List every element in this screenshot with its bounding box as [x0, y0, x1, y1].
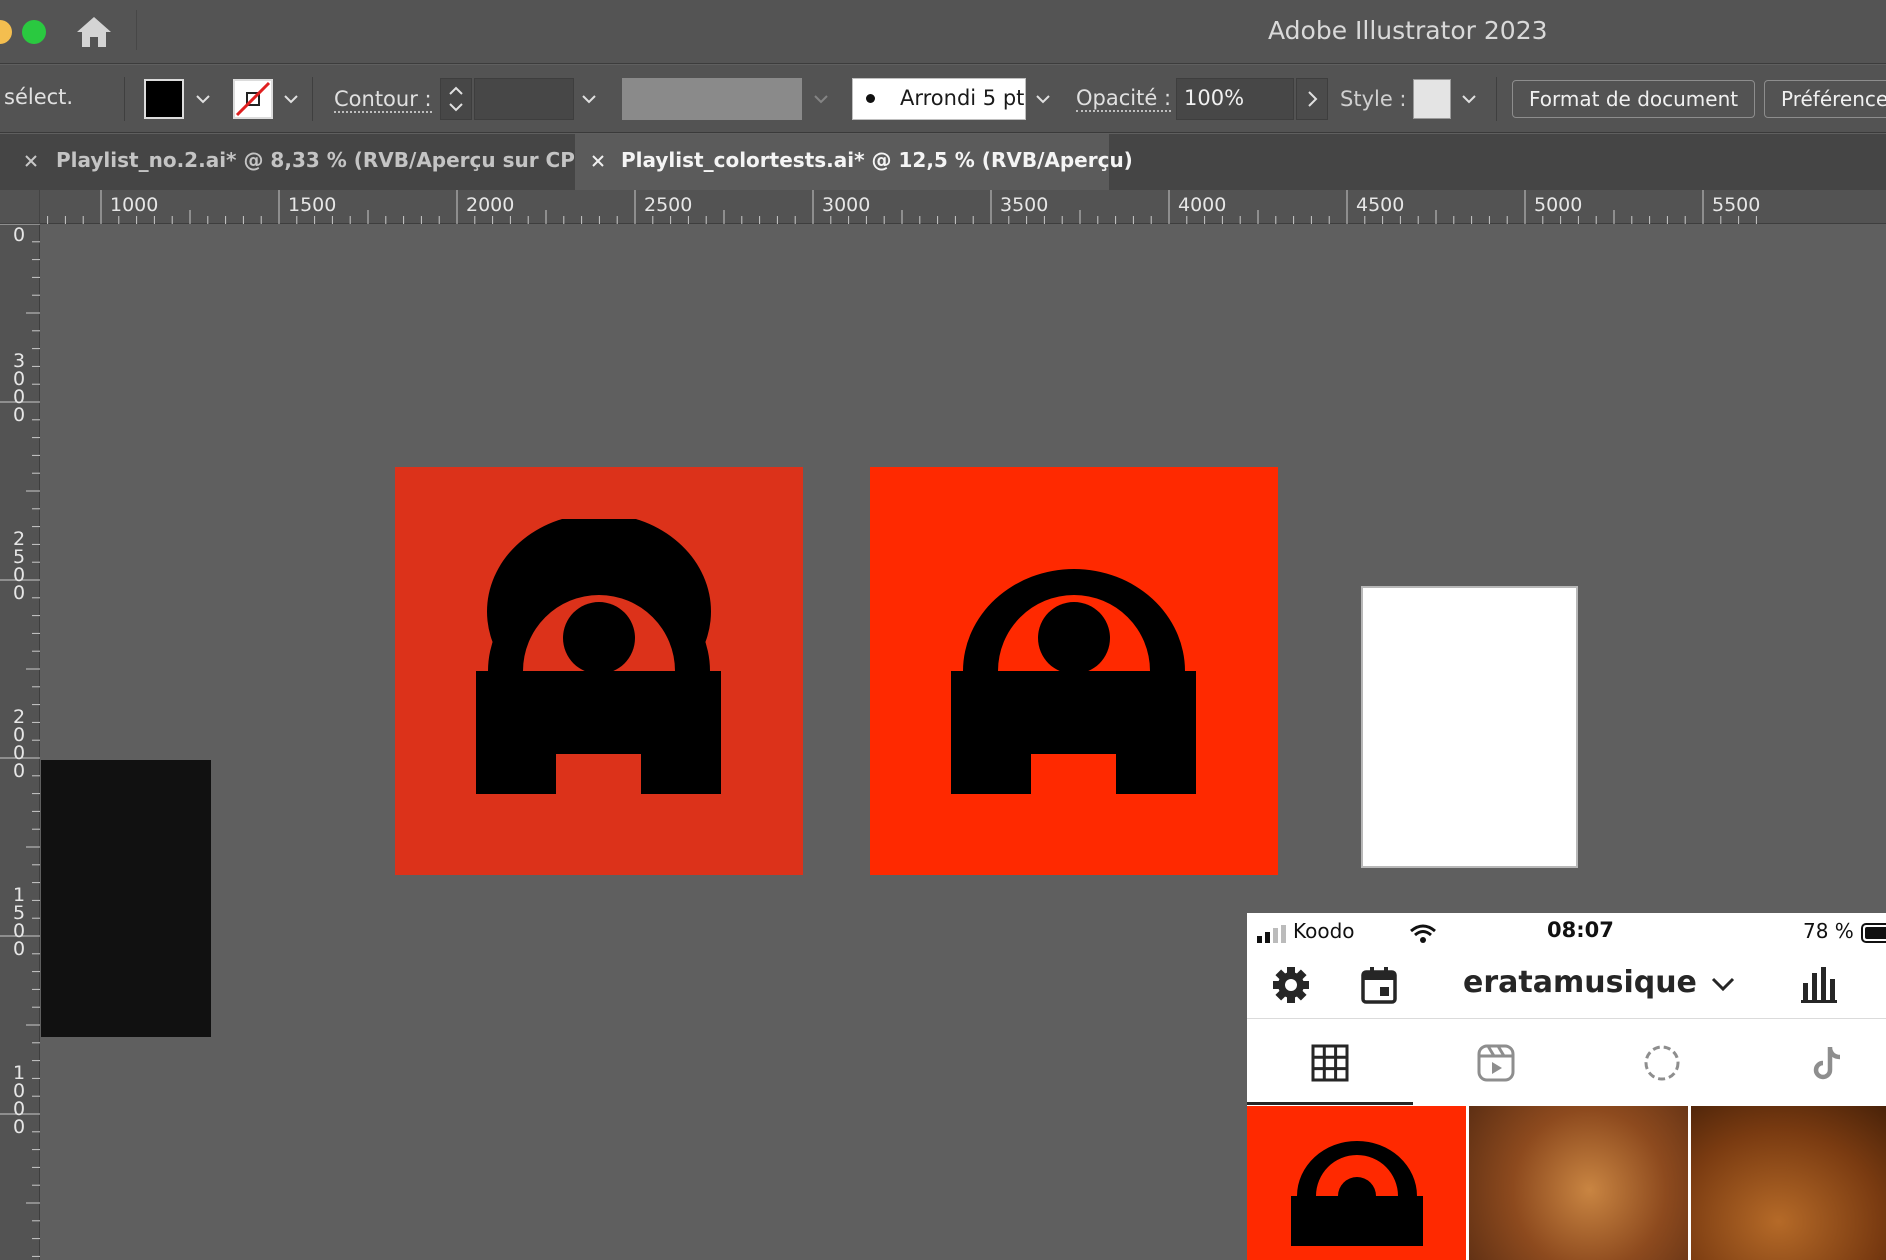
logo-mark [476, 519, 721, 794]
control-separator [312, 77, 313, 121]
illustrator-window: Adobe Illustrator 2023 sélect. Contour : [0, 0, 1886, 1260]
battery-icon [1861, 923, 1886, 943]
loading-icon [1644, 1045, 1680, 1081]
grid-icon [1311, 1044, 1349, 1082]
ruler-label: 2000 [466, 194, 515, 216]
profile-username[interactable]: eratamusique [1463, 965, 1697, 1000]
graphic-style-swatch[interactable] [1413, 79, 1451, 119]
insights-icon[interactable] [1799, 965, 1839, 1005]
fill-color-swatch[interactable] [144, 79, 184, 119]
document-setup-button[interactable]: Format de document [1512, 80, 1756, 118]
stroke-label[interactable]: Contour : [334, 87, 432, 113]
ruler-label: 2500 [644, 194, 693, 216]
phone-carrier: Koodo [1293, 919, 1355, 943]
style-label: Style : [1340, 87, 1407, 111]
chevron-down-icon[interactable] [1710, 975, 1736, 993]
ruler-label: 5500 [1712, 194, 1761, 216]
variable-width-profile[interactable] [622, 78, 802, 120]
stepper-icon [449, 86, 463, 112]
phone-profile-tabs [1247, 1018, 1886, 1105]
ruler-label: 3000 [12, 350, 26, 426]
title-bar: Adobe Illustrator 2023 [0, 0, 1886, 64]
ruler-label: 1000 [12, 1062, 26, 1138]
artwork-white[interactable] [1361, 586, 1578, 868]
phone-time: 08:07 [1547, 918, 1614, 942]
ruler-label: 5000 [1534, 194, 1583, 216]
chevron-right-icon [1308, 91, 1318, 107]
chevron-down-icon[interactable] [192, 88, 214, 110]
control-separator [1496, 77, 1497, 121]
opacity-value: 100% [1184, 86, 1245, 110]
preferences-button[interactable]: Préférences [1764, 80, 1886, 118]
tiktok-icon [1813, 1047, 1841, 1080]
ruler-label: 1000 [110, 194, 159, 216]
stroke-weight-stepper[interactable] [440, 78, 472, 120]
opacity-slider-button[interactable] [1296, 78, 1328, 120]
signal-icon [1257, 925, 1286, 943]
post-thumbnail[interactable] [1247, 1106, 1466, 1260]
minimize-button[interactable] [0, 20, 12, 44]
artwork-red-dark[interactable] [395, 467, 803, 875]
tab-posts-grid[interactable] [1247, 1019, 1413, 1105]
brush-label: Arrondi 5 pt [900, 86, 1025, 110]
document-tab-bar: Playlist_no.2.ai* @ 8,33 % (RVB/Aperçu s… [0, 134, 1886, 190]
ruler-label: 0 [12, 224, 26, 246]
reels-icon [1477, 1044, 1515, 1082]
brush-dot-icon [866, 94, 875, 103]
tab-playlist-no2[interactable]: Playlist_no.2.ai* @ 8,33 % (RVB/Aperçu s… [0, 134, 600, 190]
stroke-color-swatch[interactable] [233, 79, 273, 119]
ruler-label: 1500 [288, 194, 337, 216]
chevron-down-icon[interactable] [280, 88, 302, 110]
chevron-down-icon[interactable] [578, 88, 600, 110]
chevron-down-icon[interactable] [1032, 88, 1054, 110]
tab-tiktok[interactable] [1745, 1019, 1886, 1105]
ruler-label: 2500 [12, 528, 26, 604]
stroke-weight-input[interactable] [474, 78, 574, 120]
phone-status-bar: Koodo 08:07 78 % [1247, 913, 1886, 953]
control-separator [124, 77, 125, 121]
ruler-label: 2000 [12, 706, 26, 782]
wifi-icon [1410, 924, 1436, 943]
chevron-down-icon[interactable] [810, 88, 832, 110]
tab-reels[interactable] [1413, 1019, 1579, 1105]
logo-mark [951, 569, 1196, 794]
calendar-icon[interactable] [1359, 965, 1399, 1005]
artwork-red-bright[interactable] [870, 467, 1278, 875]
phone-battery-percent: 78 % [1803, 919, 1854, 943]
no-stroke-icon [235, 81, 271, 117]
close-icon[interactable] [20, 150, 42, 172]
zoom-button[interactable] [22, 20, 46, 44]
ruler-label: 3000 [822, 194, 871, 216]
phone-post-grid [1247, 1106, 1886, 1260]
ruler-label: 4000 [1178, 194, 1227, 216]
vertical-ruler[interactable]: 0 3000 2500 2000 1500 1000 [0, 224, 40, 1260]
app-title: Adobe Illustrator 2023 [1268, 16, 1548, 45]
selection-label: sélect. [4, 85, 74, 109]
dark-artwork[interactable] [41, 760, 211, 1037]
tab-label: Playlist_colortests.ai* @ 12,5 % (RVB/Ap… [621, 148, 1133, 172]
logo-mark [1291, 1141, 1423, 1246]
title-separator [136, 10, 137, 50]
opacity-label[interactable]: Opacité : [1076, 86, 1172, 112]
home-button[interactable] [74, 14, 114, 50]
tab-label: Playlist_no.2.ai* @ 8,33 % (RVB/Aperçu s… [56, 148, 601, 172]
close-icon[interactable] [587, 150, 609, 172]
ruler-label: 4500 [1356, 194, 1405, 216]
phone-profile-header: eratamusique [1247, 953, 1886, 1018]
home-icon [77, 17, 111, 47]
ruler-label: 3500 [1000, 194, 1049, 216]
ruler-label: 1500 [12, 884, 26, 960]
post-thumbnail[interactable] [1691, 1106, 1886, 1260]
chevron-down-icon[interactable] [1458, 88, 1480, 110]
horizontal-ruler[interactable]: 1000 1500 2000 2500 3000 3500 4000 4500 … [40, 190, 1886, 224]
placed-phone-screenshot[interactable]: Koodo 08:07 78 % eratamusique [1247, 913, 1886, 1260]
control-bar: sélect. Contour : Arrondi 5 pt Opacité : [0, 65, 1886, 133]
artboard-canvas[interactable]: Koodo 08:07 78 % eratamusique [41, 225, 1886, 1260]
tab-loading[interactable] [1579, 1019, 1745, 1105]
ruler-origin[interactable] [0, 190, 40, 224]
settings-icon[interactable] [1271, 965, 1311, 1005]
tab-playlist-colortests[interactable]: Playlist_colortests.ai* @ 12,5 % (RVB/Ap… [575, 134, 1133, 190]
post-thumbnail[interactable] [1469, 1106, 1688, 1260]
